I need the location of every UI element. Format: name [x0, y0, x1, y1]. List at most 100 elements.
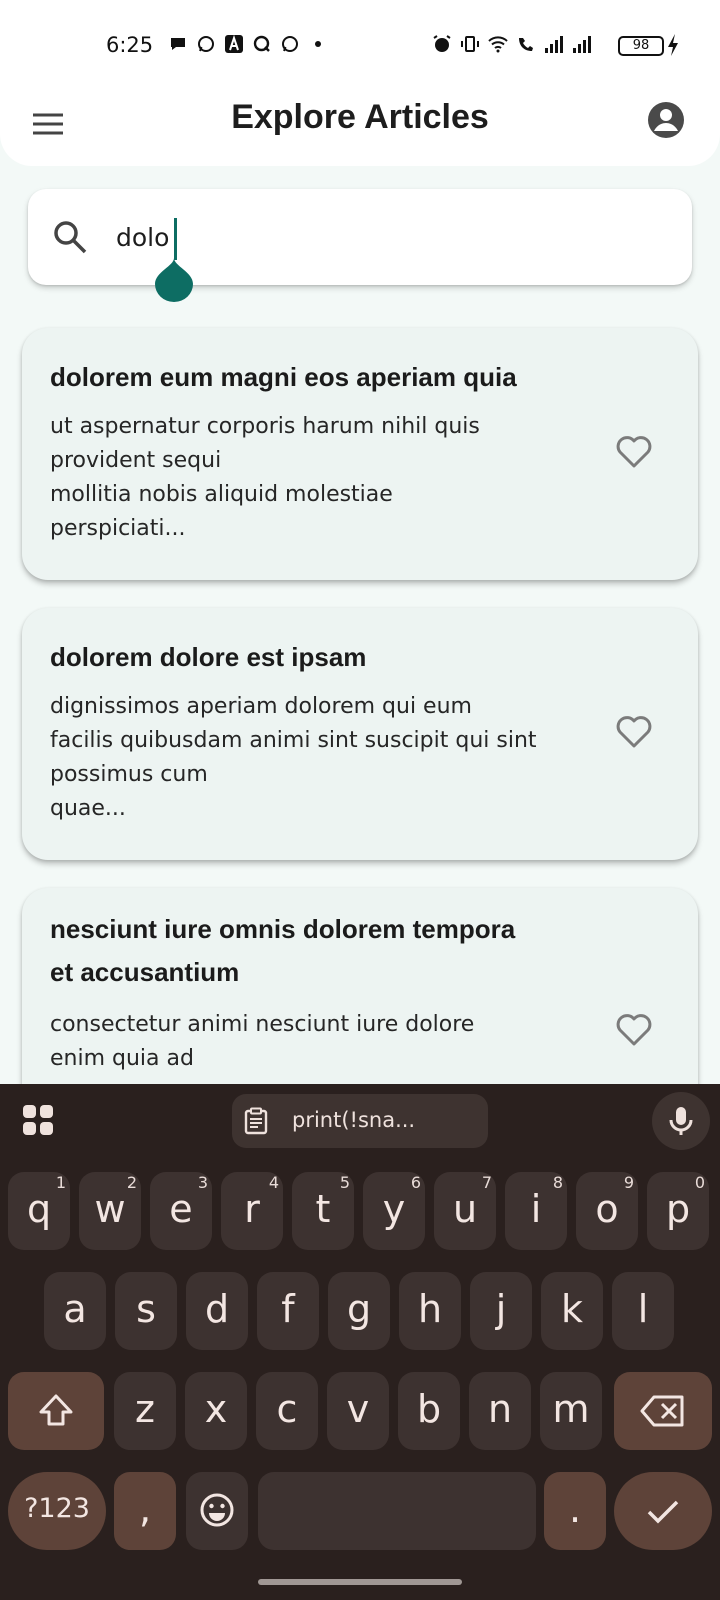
article-title: dolorem eum magni eos aperiam quia: [50, 362, 517, 392]
charging-icon: [668, 34, 678, 56]
keyboard-toolbar: print(!sna...: [0, 1084, 720, 1154]
voice-input-button[interactable]: [652, 1092, 710, 1150]
enter-key[interactable]: [614, 1472, 712, 1550]
key-t[interactable]: t5: [292, 1172, 354, 1250]
key-label: i: [530, 1187, 542, 1231]
key-p[interactable]: p0: [647, 1172, 709, 1250]
article-excerpt: dignissimos aperiam dolorem qui eum faci…: [50, 694, 537, 821]
key-label: e: [169, 1187, 193, 1231]
period-key[interactable]: .: [544, 1472, 606, 1550]
key-n[interactable]: n: [469, 1372, 531, 1450]
key-number-hint: 7: [481, 1173, 492, 1192]
key-label: t: [315, 1187, 331, 1231]
microphone-icon: [669, 1107, 693, 1135]
key-i[interactable]: i8: [505, 1172, 567, 1250]
key-m[interactable]: m: [540, 1372, 602, 1450]
comma-key[interactable]: ,: [114, 1472, 176, 1550]
search-bar[interactable]: [28, 189, 692, 285]
keyboard: print(!sna... q1w2e3r4t5y6u7i8o9p0 asdfg…: [0, 1084, 720, 1600]
cursor-handle[interactable]: [155, 258, 193, 302]
key-number-hint: 5: [339, 1173, 350, 1192]
wifi-icon: [488, 36, 508, 53]
signal-icon-1: [545, 36, 563, 53]
search-input[interactable]: [116, 215, 636, 259]
key-u[interactable]: u7: [434, 1172, 496, 1250]
space-key[interactable]: [258, 1472, 536, 1550]
key-v[interactable]: v: [327, 1372, 389, 1450]
gesture-nav-handle[interactable]: [258, 1579, 462, 1585]
q-app-icon: [253, 35, 270, 52]
notification-icons: [168, 34, 328, 54]
key-number-hint: 1: [55, 1173, 66, 1192]
key-x[interactable]: x: [185, 1372, 247, 1450]
backspace-icon: [640, 1395, 684, 1427]
key-o[interactable]: o9: [576, 1172, 638, 1250]
symbols-key[interactable]: ?123: [8, 1472, 106, 1550]
system-icons: [432, 34, 592, 54]
key-h[interactable]: h: [399, 1272, 461, 1350]
key-w[interactable]: w2: [79, 1172, 141, 1250]
emoji-key[interactable]: [186, 1472, 248, 1550]
text-cursor: [174, 218, 177, 260]
battery-level: 98: [632, 38, 650, 53]
wifi-calling-icon: [519, 38, 533, 51]
checkmark-icon: [647, 1500, 679, 1524]
shift-key[interactable]: [8, 1372, 104, 1450]
key-y[interactable]: y6: [363, 1172, 425, 1250]
key-number-hint: 4: [268, 1173, 279, 1192]
status-bar: 6:25 98: [0, 0, 720, 82]
key-g[interactable]: g: [328, 1272, 390, 1350]
key-label: y: [382, 1187, 406, 1231]
key-e[interactable]: e3: [150, 1172, 212, 1250]
key-a[interactable]: a: [44, 1272, 106, 1350]
key-number-hint: 9: [623, 1173, 634, 1192]
key-s[interactable]: s: [115, 1272, 177, 1350]
key-c[interactable]: c: [256, 1372, 318, 1450]
favorite-heart-icon[interactable]: [614, 1010, 654, 1050]
key-label: u: [452, 1187, 478, 1231]
alarm-icon: [433, 35, 451, 52]
key-j[interactable]: j: [470, 1272, 532, 1350]
favorite-heart-icon[interactable]: [614, 712, 654, 752]
battery-indicator: 98: [618, 36, 664, 56]
key-r[interactable]: r4: [221, 1172, 283, 1250]
search-icon: [54, 221, 87, 254]
status-time: 6:25: [106, 33, 154, 57]
apps-grid-icon[interactable]: [20, 1102, 56, 1138]
backspace-key[interactable]: [614, 1372, 712, 1450]
whatsapp-icon-2: [282, 36, 298, 52]
whatsapp-icon: [198, 36, 214, 52]
clipboard-text: print(!sna...: [292, 1108, 416, 1132]
favorite-heart-icon[interactable]: [614, 432, 654, 472]
key-number-hint: 0: [694, 1173, 705, 1192]
key-number-hint: 8: [552, 1173, 563, 1192]
key-f[interactable]: f: [257, 1272, 319, 1350]
article-title: nesciunt iure omnis dolorem tempora et a…: [50, 914, 516, 987]
page-title: Explore Articles: [231, 98, 489, 136]
key-number-hint: 2: [126, 1173, 137, 1192]
key-l[interactable]: l: [612, 1272, 674, 1350]
clipboard-icon: [244, 1107, 268, 1135]
signal-icon-2: [573, 36, 591, 53]
account-icon[interactable]: [646, 100, 686, 140]
clipboard-suggestion-chip[interactable]: print(!sna...: [232, 1094, 488, 1148]
a-app-icon: [225, 34, 243, 53]
key-k[interactable]: k: [541, 1272, 603, 1350]
key-number-hint: 6: [410, 1173, 421, 1192]
article-card[interactable]: dolorem dolore est ipsam dignissimos ape…: [22, 608, 698, 860]
key-label: p: [665, 1187, 691, 1231]
key-label: r: [244, 1187, 260, 1231]
key-label: q: [26, 1187, 52, 1231]
app-bar: Explore Articles: [0, 82, 720, 166]
key-q[interactable]: q1: [8, 1172, 70, 1250]
chat-bubble-icon: [171, 38, 185, 50]
key-label: w: [94, 1187, 126, 1231]
vibrate-icon: [461, 36, 479, 52]
article-card[interactable]: dolorem eum magni eos aperiam quia ut as…: [22, 328, 698, 580]
key-z[interactable]: z: [114, 1372, 176, 1450]
key-d[interactable]: d: [186, 1272, 248, 1350]
key-number-hint: 3: [197, 1173, 208, 1192]
article-excerpt: ut aspernatur corporis harum nihil quis …: [50, 414, 480, 541]
key-label: o: [595, 1187, 619, 1231]
key-b[interactable]: b: [398, 1372, 460, 1450]
